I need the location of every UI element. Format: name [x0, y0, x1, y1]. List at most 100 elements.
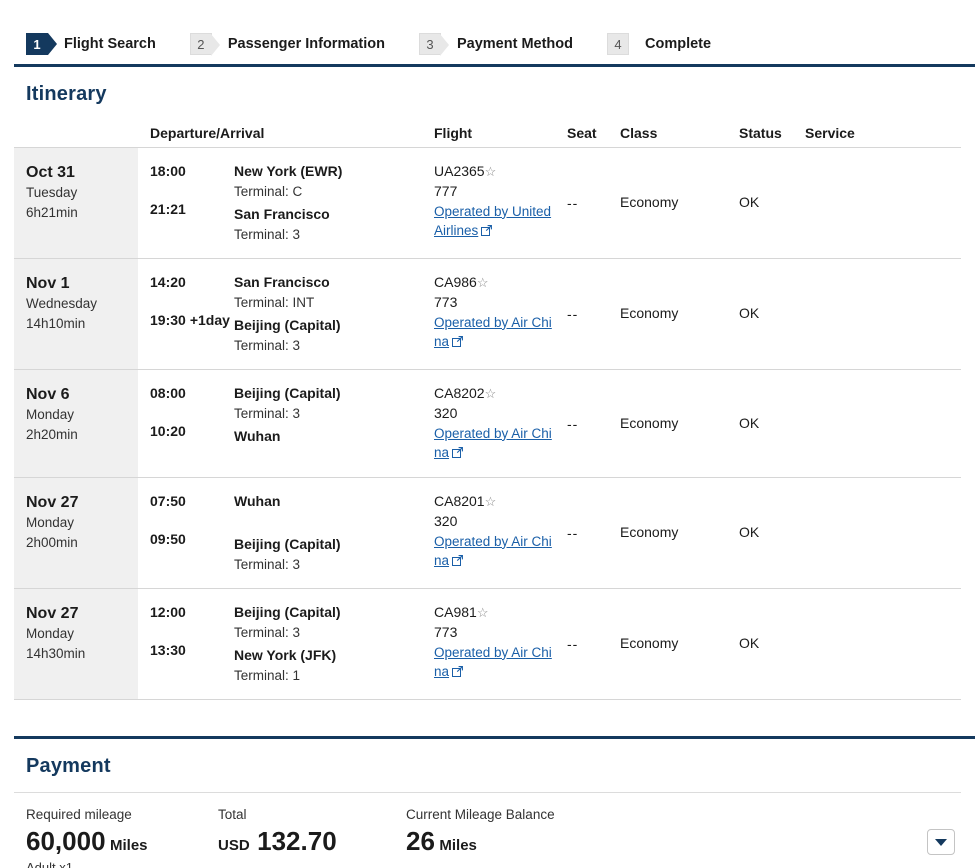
departure-terminal-empty	[234, 512, 434, 531]
flight-places-cell: San Francisco Terminal: INT Beijing (Capit…	[234, 259, 434, 369]
step-1-flight-search[interactable]: 1 Flight Search	[26, 33, 156, 55]
table-row: Nov 27 Monday 14h30min 12:00 13:30 Beijing (C…	[14, 589, 961, 701]
step-3-payment-method[interactable]: 3 Payment Method	[418, 33, 573, 56]
departure-city: Beijing (Capital)	[234, 604, 341, 621]
flight-places-cell: Wuhan Beijing (Capital) Terminal: 3	[234, 478, 434, 588]
step-1-number: 1	[33, 36, 41, 52]
flight-date: Nov 1	[26, 275, 70, 293]
departure-time: 12:00	[150, 604, 186, 621]
table-row: Nov 1 Wednesday 14h10min 14:20 19:30 +1day San…	[14, 259, 961, 371]
flight-date-cell: Oct 31 Tuesday 6h21min	[14, 148, 138, 259]
arrival-city: New York (JFK)	[234, 647, 337, 664]
required-mileage-value: 60,000	[26, 826, 106, 857]
flight-date-cell: Nov 27 Monday 14h30min	[14, 589, 138, 700]
flight-date: Nov 27	[26, 494, 79, 512]
departure-terminal: Terminal: INT	[234, 294, 315, 310]
status-value: OK	[739, 305, 760, 322]
flight-weekday: Monday	[26, 626, 75, 642]
mileage-balance-cell: Current Mileage Balance 26 Miles	[394, 805, 734, 858]
arrival-time-row: 10:20	[150, 422, 234, 442]
arrival-city: San Francisco	[234, 206, 330, 223]
itinerary-table: Departure/Arrival Flight Seat Class Stat…	[0, 120, 975, 701]
departure-time: 18:00	[150, 163, 186, 179]
class-value: Economy	[620, 305, 679, 322]
mileage-balance-value: 26	[406, 826, 435, 857]
departure-terminal: Terminal: 3	[234, 624, 301, 640]
passenger-count-note: Adult x1	[26, 859, 73, 868]
itinerary-table-header: Departure/Arrival Flight Seat Class Stat…	[14, 120, 961, 148]
flight-places-cell: Beijing (Capital) Terminal: 3 New York (JF…	[234, 589, 434, 699]
aircraft-equipment: 777	[434, 182, 458, 199]
arrival-city: Wuhan	[234, 428, 281, 445]
departure-terminal: Terminal: C	[234, 183, 303, 199]
seat-value: --	[567, 636, 579, 653]
flight-info-cell: CA8201☆ 320 Operated by Air China	[434, 478, 567, 588]
operated-by-link[interactable]: Operated by United Airlines	[434, 204, 551, 238]
flight-info-cell: CA8202☆ 320 Operated by Air China	[434, 370, 567, 477]
status-cell: OK	[739, 589, 805, 699]
column-header-departure-arrival: Departure/Arrival	[150, 125, 265, 141]
seat-cell: --	[567, 259, 620, 369]
seat-value: --	[567, 195, 579, 212]
service-cell	[805, 259, 961, 369]
service-cell	[805, 370, 961, 477]
mileage-balance-label: Current Mileage Balance	[406, 807, 555, 823]
flight-number: CA981	[434, 604, 477, 621]
step-3-label: Payment Method	[456, 36, 573, 52]
column-header-status: Status	[739, 125, 782, 141]
flight-number-row: CA981☆	[434, 603, 559, 623]
class-value: Economy	[620, 414, 679, 431]
star-icon: ☆	[484, 386, 497, 402]
arrival-terminal: Terminal: 3	[234, 226, 301, 242]
status-cell: OK	[739, 478, 805, 588]
flight-times-cell: 14:20 19:30 +1day	[138, 259, 234, 369]
step-4-complete[interactable]: 4 Complete	[607, 33, 711, 55]
expand-payment-details-button[interactable]	[927, 829, 955, 856]
star-icon: ☆	[476, 275, 489, 291]
step-4-label: Complete	[645, 36, 712, 52]
departure-city: San Francisco	[234, 274, 330, 291]
itinerary-title: Itinerary	[26, 83, 107, 105]
aircraft-equipment: 773	[434, 293, 458, 310]
external-link-icon	[452, 664, 463, 682]
external-link-icon	[481, 223, 493, 241]
class-cell: Economy	[620, 148, 739, 258]
step-3-badge: 3	[418, 33, 449, 56]
mileage-balance-value-row: 26 Miles	[406, 825, 734, 858]
flight-number: CA8202	[434, 385, 485, 402]
external-link-icon	[452, 553, 463, 571]
flight-weekday: Wednesday	[26, 296, 98, 312]
step-2-passenger-information[interactable]: 2 Passenger Information	[189, 33, 385, 56]
column-header-flight: Flight	[434, 125, 473, 141]
seat-cell: --	[567, 478, 620, 588]
flight-duration: 2h00min	[26, 534, 78, 550]
departure-city: New York (EWR)	[234, 163, 343, 179]
table-row: Nov 27 Monday 2h00min 07:50 09:50 Wuhan Beiji…	[14, 478, 961, 590]
flight-date: Oct 31	[26, 164, 75, 181]
flight-places-cell: Beijing (Capital) Terminal: 3 Wuhan	[234, 370, 434, 477]
departure-time-row: 12:00	[150, 603, 234, 623]
class-value: Economy	[620, 635, 679, 652]
table-row: Nov 6 Monday 2h20min 08:00 10:20 Beijing (Cap…	[14, 370, 961, 479]
total-currency: USD	[218, 837, 250, 855]
flight-times-cell: 12:00 13:30	[138, 589, 234, 699]
departure-terminal: Terminal: 3	[234, 406, 301, 421]
mileage-balance-unit: Miles	[439, 837, 477, 855]
arrival-time-row: 09:50	[150, 530, 234, 550]
flight-info-cell: UA2365☆ 777 Operated by United Airlines	[434, 148, 567, 258]
class-cell: Economy	[620, 589, 739, 699]
class-value: Economy	[620, 194, 679, 211]
arrival-time-row: 13:30	[150, 641, 234, 661]
operated-by-row: Operated by Air China	[434, 313, 559, 352]
table-row: Oct 31 Tuesday 6h21min 18:00 21:21 New York (…	[14, 148, 961, 260]
flight-duration: 2h20min	[26, 426, 78, 442]
step-2-badge: 2	[189, 33, 220, 56]
required-mileage-label: Required mileage	[26, 807, 132, 823]
progress-step-bar: 1 Flight Search 2 Passenger Information …	[0, 0, 975, 64]
arrival-time: 13:30	[150, 641, 186, 658]
total-label: Total	[218, 807, 247, 823]
column-header-service: Service	[805, 125, 855, 141]
step-3-number: 3	[426, 36, 434, 52]
departure-time-row: 08:00	[150, 384, 234, 404]
times-spacer	[150, 512, 234, 530]
